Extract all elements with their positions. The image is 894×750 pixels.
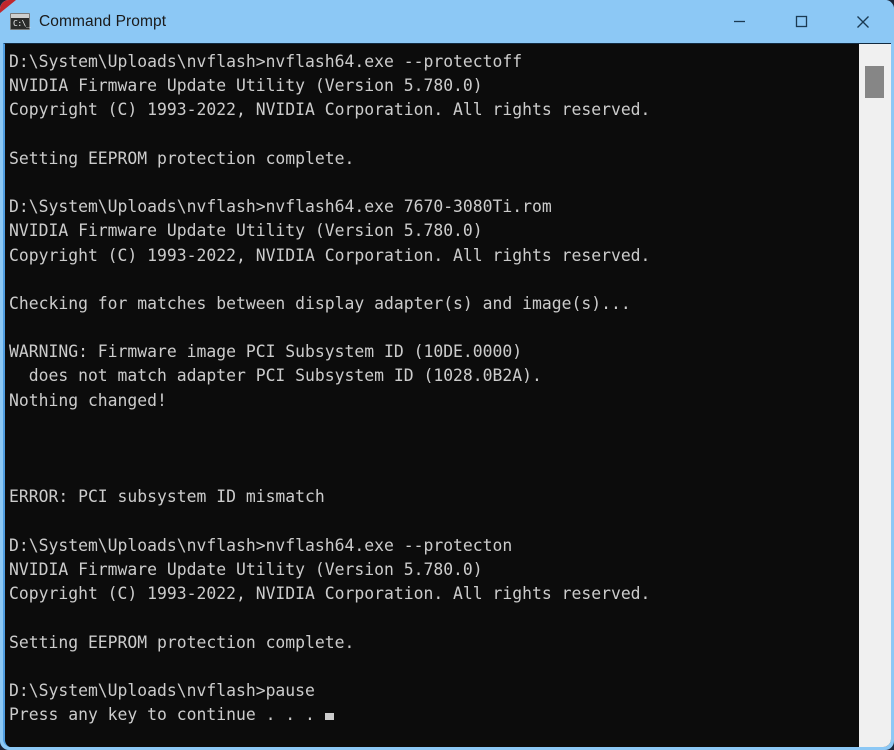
console-line: NVIDIA Firmware Update Utility (Version … xyxy=(9,221,483,241)
window-title: Command Prompt xyxy=(39,12,167,30)
maximize-button[interactable] xyxy=(770,0,832,43)
console-line: NVIDIA Firmware Update Utility (Version … xyxy=(9,559,483,579)
minimize-button[interactable] xyxy=(708,0,770,43)
command-prompt-icon: C:\_ xyxy=(10,13,31,30)
console-line: D:\System\Uploads\nvflash>nvflash64.exe … xyxy=(9,197,552,217)
console-line: Setting EEPROM protection complete. xyxy=(9,148,355,168)
console-line: NVIDIA Firmware Update Utility (Version … xyxy=(9,76,483,96)
console-output[interactable]: D:\System\Uploads\nvflash>nvflash64.exe … xyxy=(5,44,859,747)
console-line: does not match adapter PCI Subsystem ID … xyxy=(9,366,542,386)
minimize-icon xyxy=(733,20,745,23)
console-line: Nothing changed! xyxy=(9,390,167,410)
maximize-icon xyxy=(795,15,807,28)
console-text: D:\System\Uploads\nvflash>nvflash64.exe … xyxy=(9,50,859,727)
terminal-area: D:\System\Uploads\nvflash>nvflash64.exe … xyxy=(3,43,891,747)
console-line: D:\System\Uploads\nvflash>nvflash64.exe … xyxy=(9,535,513,555)
command-prompt-window: C:\_ Command Prompt D:\System\Uploads\nv… xyxy=(0,0,894,750)
icon-prompt-text: C:\_ xyxy=(13,19,31,28)
icon-titlebar-stripe xyxy=(11,14,29,18)
press-any-key-text: Press any key to continue . . . xyxy=(9,705,315,725)
console-line: WARNING: Firmware image PCI Subsystem ID… xyxy=(9,342,523,362)
window-controls xyxy=(708,0,894,43)
close-icon xyxy=(857,15,869,28)
scrollbar-thumb[interactable] xyxy=(865,66,884,98)
console-line: Copyright (C) 1993-2022, NVIDIA Corporat… xyxy=(9,100,651,120)
console-prompt-line: Press any key to continue . . . xyxy=(9,703,859,727)
close-button[interactable] xyxy=(832,0,894,43)
console-line: D:\System\Uploads\nvflash>nvflash64.exe … xyxy=(9,52,523,71)
console-line: Copyright (C) 1993-2022, NVIDIA Corporat… xyxy=(9,245,651,265)
console-line: ERROR: PCI subsystem ID mismatch xyxy=(9,487,325,507)
console-line: Setting EEPROM protection complete. xyxy=(9,632,355,652)
console-line: Checking for matches between display ada… xyxy=(9,293,631,313)
console-line: D:\System\Uploads\nvflash>pause xyxy=(9,680,315,700)
vertical-scrollbar[interactable] xyxy=(859,44,891,747)
text-cursor xyxy=(324,713,334,721)
title-bar[interactable]: C:\_ Command Prompt xyxy=(0,0,894,43)
console-line: Copyright (C) 1993-2022, NVIDIA Corporat… xyxy=(9,584,651,604)
